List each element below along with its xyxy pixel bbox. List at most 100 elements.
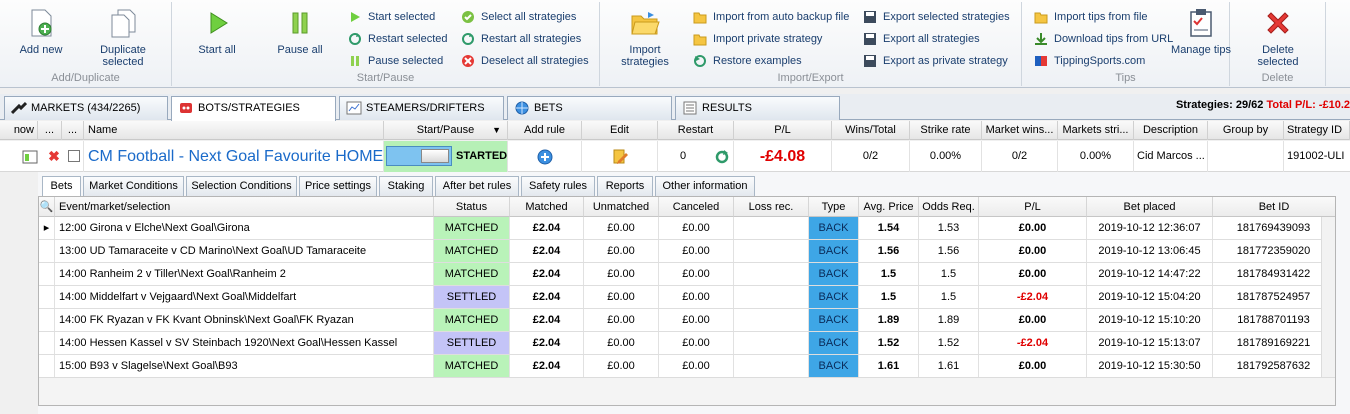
add-new-button[interactable]: Add new bbox=[6, 6, 76, 56]
restart-all-strategies-button[interactable]: Restart all strategies bbox=[461, 30, 581, 48]
detail-tab-after-bet-rules[interactable]: After bet rules bbox=[435, 176, 519, 196]
select-all-strategies-button[interactable]: Select all strategies bbox=[461, 8, 576, 26]
pause-all-button[interactable]: Pause all bbox=[265, 6, 335, 56]
bet-row[interactable]: ▸ 12:00 Girona v Elche\Next Goal\Girona MA… bbox=[39, 217, 1335, 240]
tab-results[interactable]: RESULTS bbox=[675, 96, 840, 120]
detail-tab-reports[interactable]: Reports bbox=[597, 176, 653, 196]
restart-cell: 0 bbox=[658, 141, 734, 172]
col-header-markets-strike[interactable]: Markets stri... bbox=[1058, 121, 1134, 140]
bet-row[interactable]: 14:00 FK Ryazan v FK Kvant Obninsk\Next … bbox=[39, 309, 1335, 332]
bets-search-icon[interactable]: 🔍 bbox=[39, 197, 55, 217]
restart-small-icon bbox=[349, 33, 361, 45]
delete-selected-button[interactable]: Delete selected bbox=[1243, 6, 1313, 68]
col-header-now[interactable]: now bbox=[0, 121, 38, 140]
col-header-name[interactable]: Name bbox=[84, 121, 384, 140]
bet-row[interactable]: 14:00 Middelfart v Vejgaard\Next Goal\Mi… bbox=[39, 286, 1335, 309]
col-header-event[interactable]: Event/market/selection bbox=[55, 197, 434, 217]
tab-markets[interactable]: MARKETS (434/2265) bbox=[4, 96, 168, 120]
detail-tab-staking[interactable]: Staking bbox=[379, 176, 433, 196]
tab-steamers-drifters-label: STEAMERS/DRIFTERS bbox=[366, 102, 485, 114]
col-header-description[interactable]: Description bbox=[1134, 121, 1208, 140]
import-private-strategy-label: Import private strategy bbox=[713, 33, 823, 45]
col-header-odds-req[interactable]: Odds Req. bbox=[919, 197, 979, 217]
strategy-market-wins: 0/2 bbox=[982, 141, 1058, 172]
restart-strategy-icon[interactable] bbox=[714, 149, 730, 165]
col-header-matched[interactable]: Matched bbox=[510, 197, 584, 217]
bet-row[interactable]: 14:00 Ranheim 2 v Tiller\Next Goal\Ranhe… bbox=[39, 263, 1335, 286]
export-selected-strategies-button[interactable]: Export selected strategies bbox=[863, 8, 1010, 26]
download-tips-url-button[interactable]: Download tips from URL bbox=[1034, 30, 1173, 48]
bet-unmatched: £0.00 bbox=[584, 332, 659, 354]
col-header-strike-rate[interactable]: Strike rate bbox=[910, 121, 982, 140]
pause-small-icon bbox=[351, 56, 359, 66]
remove-strategy-icon[interactable]: ✖ bbox=[44, 141, 64, 172]
start-all-label: Start all bbox=[198, 44, 236, 56]
col-header-add-rule[interactable]: Add rule bbox=[508, 121, 582, 140]
duplicate-selected-button[interactable]: Duplicate selected bbox=[88, 6, 158, 68]
total-pl: Total P/L: -£10.2 bbox=[1266, 99, 1350, 111]
detail-tab-other-information[interactable]: Other information bbox=[655, 176, 755, 196]
col-header-pl[interactable]: P/L bbox=[734, 121, 832, 140]
strategy-row[interactable]: ✖ CM Football - Next Goal Favourite HOME… bbox=[0, 141, 1350, 172]
pause-selected-button[interactable]: Pause selected bbox=[348, 52, 443, 70]
manage-tips-button[interactable]: Manage tips bbox=[1166, 6, 1236, 56]
bet-row[interactable]: 13:00 UD Tamaraceite v CD Marino\Next Go… bbox=[39, 240, 1335, 263]
start-all-button[interactable]: Start all bbox=[182, 6, 252, 56]
col-header-edit[interactable]: Edit bbox=[582, 121, 658, 140]
detail-tab-safety-rules[interactable]: Safety rules bbox=[521, 176, 595, 196]
add-rule-button[interactable] bbox=[508, 141, 582, 172]
restore-examples-button[interactable]: Restore examples bbox=[693, 52, 802, 70]
bet-placed: 2019-10-12 13:06:45 bbox=[1087, 240, 1213, 262]
export-all-strategies-button[interactable]: Export all strategies bbox=[863, 30, 980, 48]
tab-bets-label: BETS bbox=[534, 102, 563, 114]
col-header-bet-id[interactable]: Bet ID bbox=[1213, 197, 1335, 217]
col-header-bet-placed[interactable]: Bet placed bbox=[1087, 197, 1213, 217]
import-tips-file-button[interactable]: Import tips from file bbox=[1034, 8, 1148, 26]
col-header-restart[interactable]: Restart bbox=[658, 121, 734, 140]
export-private-strategy-button[interactable]: Export as private strategy bbox=[863, 52, 1008, 70]
detail-tab-bets[interactable]: Bets bbox=[42, 176, 81, 196]
tab-bets[interactable]: BETS bbox=[507, 96, 672, 120]
edit-strategy-button[interactable] bbox=[582, 141, 658, 172]
group-caption-add-duplicate: Add/Duplicate bbox=[51, 72, 120, 84]
bet-placed: 2019-10-12 14:47:22 bbox=[1087, 263, 1213, 285]
col-header-status[interactable]: Status bbox=[434, 197, 510, 217]
bet-row[interactable]: 14:00 Hessen Kassel v SV Steinbach 1920\… bbox=[39, 332, 1335, 355]
col-header-unmatched[interactable]: Unmatched bbox=[584, 197, 659, 217]
manage-tips-label: Manage tips bbox=[1171, 44, 1231, 56]
import-private-strategy-button[interactable]: Import private strategy bbox=[693, 30, 822, 48]
col-header-group-by[interactable]: Group by bbox=[1208, 121, 1284, 140]
col-header-bet-pl[interactable]: P/L bbox=[979, 197, 1087, 217]
strategy-checkbox[interactable] bbox=[64, 141, 84, 172]
bet-row[interactable]: 15:00 B93 v Slagelse\Next Goal\B93 MATCHE… bbox=[39, 355, 1335, 378]
col-header-canceled[interactable]: Canceled bbox=[659, 197, 734, 217]
col-header-loss-rec[interactable]: Loss rec. bbox=[734, 197, 809, 217]
tab-bots-strategies[interactable]: BOTS/STRATEGIES bbox=[171, 96, 336, 121]
bet-id: 181788701193 bbox=[1213, 309, 1335, 331]
col-header-dots-2[interactable]: ... bbox=[62, 121, 84, 140]
detail-tab-market-conditions[interactable]: Market Conditions bbox=[83, 176, 184, 196]
col-header-type[interactable]: Type bbox=[809, 197, 859, 217]
tab-steamers-drifters[interactable]: STEAMERS/DRIFTERS bbox=[339, 96, 504, 120]
col-header-start-pause[interactable]: Start/Pause ▼ bbox=[384, 121, 508, 140]
detail-tab-price-settings[interactable]: Price settings bbox=[299, 176, 377, 196]
deselect-all-strategies-button[interactable]: Deselect all strategies bbox=[461, 52, 589, 70]
col-header-avg-price[interactable]: Avg. Price bbox=[859, 197, 919, 217]
tippingsports-link[interactable]: TippingSports.com bbox=[1034, 52, 1145, 70]
expand-icon[interactable] bbox=[16, 141, 44, 172]
restart-selected-button[interactable]: Restart selected bbox=[348, 30, 447, 48]
strategy-name[interactable]: CM Football - Next Goal Favourite HOME bbox=[84, 141, 384, 172]
bets-horizontal-scrollbar[interactable] bbox=[39, 377, 1335, 405]
start-selected-button[interactable]: Start selected bbox=[348, 8, 435, 26]
bet-odds-req: 1.89 bbox=[919, 309, 979, 331]
start-pause-toggle[interactable]: STARTED bbox=[384, 141, 508, 172]
bet-odds-req: 1.56 bbox=[919, 240, 979, 262]
col-header-dots-1[interactable]: ... bbox=[38, 121, 62, 140]
col-header-market-wins[interactable]: Market wins... bbox=[982, 121, 1058, 140]
bet-canceled: £0.00 bbox=[659, 217, 734, 239]
detail-tab-selection-conditions[interactable]: Selection Conditions bbox=[186, 176, 297, 196]
col-header-strategy-id[interactable]: Strategy ID bbox=[1284, 121, 1350, 140]
import-strategies-button[interactable]: Import strategies bbox=[610, 6, 680, 68]
col-header-wins-total[interactable]: Wins/Total bbox=[832, 121, 910, 140]
import-auto-backup-button[interactable]: Import from auto backup file bbox=[693, 8, 849, 26]
